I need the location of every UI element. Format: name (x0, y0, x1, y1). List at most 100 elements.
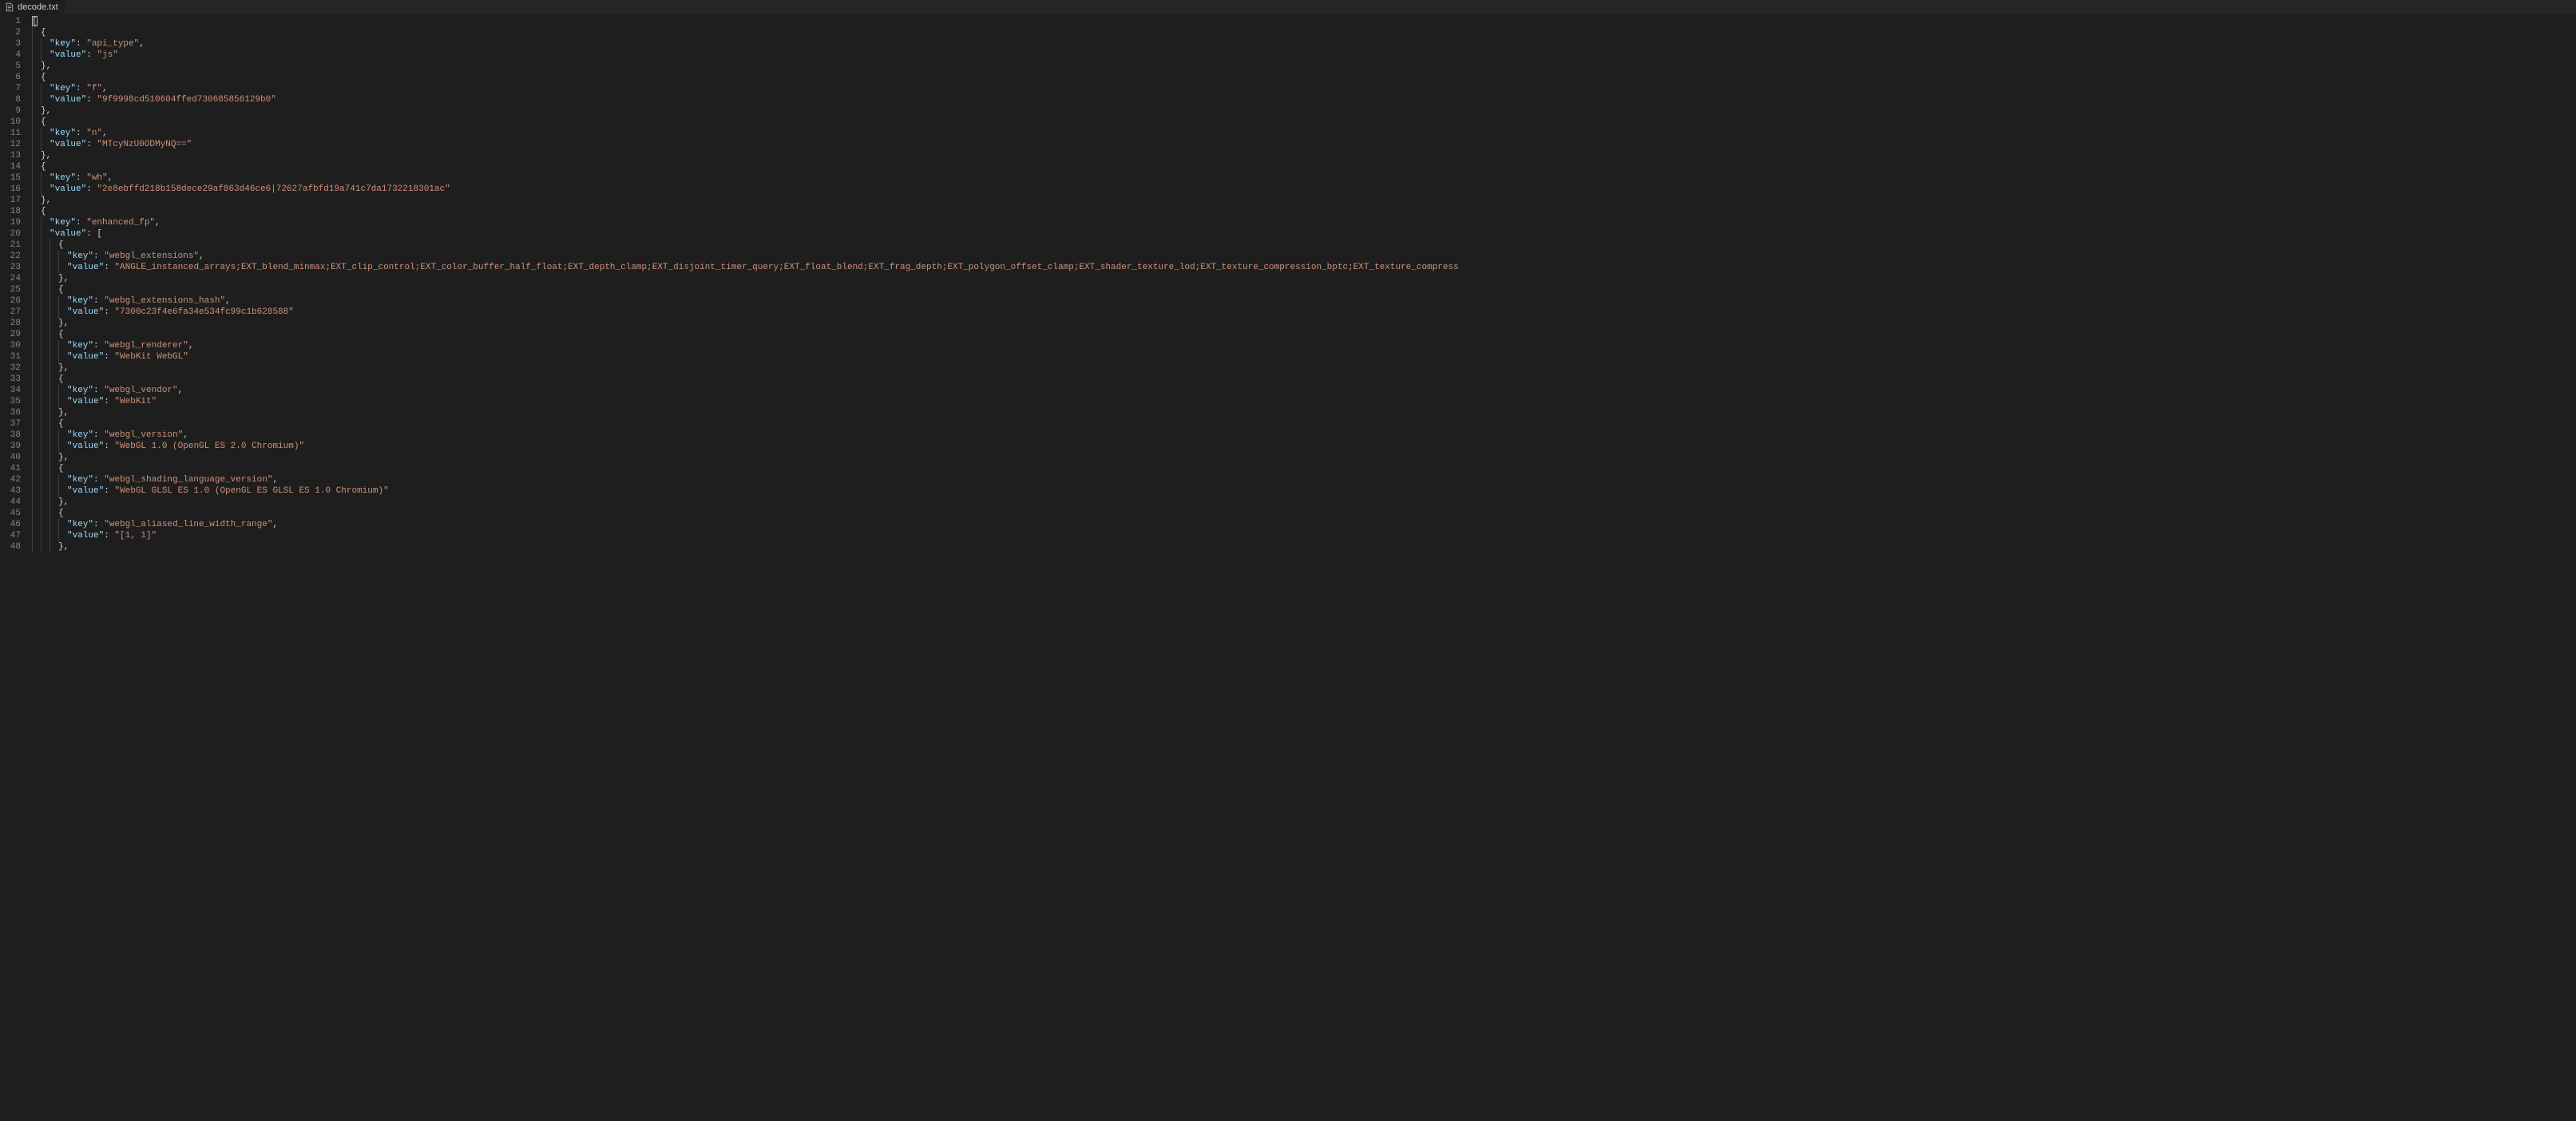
token-punc: , (64, 542, 69, 552)
token-key: "key" (67, 430, 93, 440)
token-punc: , (188, 341, 194, 351)
code-line[interactable]: "value": "WebGL GLSL ES 1.0 (OpenGL ES G… (30, 485, 2576, 497)
token-str: "webgl_aliased_line_width_range" (104, 520, 272, 529)
tab-bar: decode.txt (0, 0, 2576, 14)
code-line[interactable]: "value": "ANGLE_instanced_arrays;EXT_ble… (30, 262, 2576, 273)
code-line[interactable]: "key": "webgl_vendor", (30, 385, 2576, 396)
token-key: "key" (50, 129, 76, 138)
code-line[interactable]: "key": "n", (30, 128, 2576, 139)
token-brace: } (41, 106, 46, 116)
code-line[interactable]: { (30, 374, 2576, 385)
code-line[interactable]: { (30, 463, 2576, 474)
line-number: 39 (0, 441, 30, 452)
token-key: "key" (50, 218, 76, 228)
code-area[interactable]: [{"key": "api_type","value": "js"},{"key… (30, 14, 2576, 1121)
code-line[interactable]: { (30, 418, 2576, 430)
line-number: 11 (0, 128, 30, 139)
line-number: 30 (0, 340, 30, 351)
code-line[interactable]: "key": "wh", (30, 172, 2576, 184)
token-brace: { (41, 207, 46, 216)
token-brace: } (41, 61, 46, 71)
line-number: 43 (0, 485, 30, 497)
code-line[interactable]: "key": "webgl_extensions", (30, 251, 2576, 262)
line-number: 28 (0, 318, 30, 329)
line-number: 33 (0, 374, 30, 385)
line-number: 31 (0, 351, 30, 362)
code-line[interactable]: }, (30, 195, 2576, 206)
code-line[interactable]: }, (30, 541, 2576, 553)
code-line[interactable]: "value": "WebKit" (30, 396, 2576, 407)
code-line[interactable]: { (30, 240, 2576, 251)
code-line[interactable]: "value": "WebKit WebGL" (30, 351, 2576, 362)
line-number: 20 (0, 228, 30, 240)
code-line[interactable]: [ (30, 16, 2576, 27)
token-brace: { (58, 240, 64, 250)
line-number: 12 (0, 139, 30, 150)
code-line[interactable]: { (30, 27, 2576, 38)
code-line[interactable]: "value": "js" (30, 50, 2576, 61)
token-punc: : (76, 218, 86, 228)
token-key: "value" (67, 442, 104, 451)
token-punc: , (178, 386, 184, 395)
code-line[interactable]: { (30, 117, 2576, 128)
code-line[interactable]: "key": "enhanced_fp", (30, 217, 2576, 228)
code-line[interactable]: }, (30, 61, 2576, 72)
code-line[interactable]: }, (30, 150, 2576, 161)
token-punc: , (155, 218, 161, 228)
code-line[interactable]: { (30, 508, 2576, 519)
token-punc: : (76, 129, 86, 138)
code-line[interactable]: "value": "MTcyNzU0ODMyNQ==" (30, 139, 2576, 150)
token-punc: , (64, 363, 69, 373)
token-str: "wh" (86, 173, 107, 183)
code-line[interactable]: "key": "f", (30, 83, 2576, 94)
code-line[interactable]: "value": "9f9998cd510604ffed730685856129… (30, 94, 2576, 105)
code-line[interactable]: }, (30, 105, 2576, 117)
code-line[interactable]: "key": "webgl_renderer", (30, 340, 2576, 351)
editor[interactable]: 1234567891011121314151617181920212223242… (0, 14, 2576, 1121)
code-line[interactable]: "value": "[1, 1]" (30, 530, 2576, 541)
code-line[interactable]: }, (30, 497, 2576, 508)
code-line[interactable]: "key": "webgl_aliased_line_width_range", (30, 519, 2576, 530)
code-line[interactable]: { (30, 161, 2576, 172)
token-key: "key" (67, 386, 93, 395)
token-str: "WebGL GLSL ES 1.0 (OpenGL ES GLSL ES 1.… (114, 486, 388, 496)
line-number: 37 (0, 418, 30, 430)
code-line[interactable]: "key": "webgl_version", (30, 430, 2576, 441)
token-punc: : (86, 229, 97, 239)
token-brace: { (58, 419, 64, 429)
token-brace: [ (97, 229, 102, 239)
code-line[interactable]: { (30, 329, 2576, 340)
code-line[interactable]: }, (30, 318, 2576, 329)
line-number: 25 (0, 284, 30, 295)
code-line[interactable]: "value": "7300c23f4e6fa34e534fc99c1b6285… (30, 307, 2576, 318)
code-line[interactable]: "key": "webgl_extensions_hash", (30, 295, 2576, 307)
token-key: "value" (67, 307, 104, 317)
line-number: 35 (0, 396, 30, 407)
token-brace: { (41, 117, 46, 127)
token-key: "value" (50, 140, 86, 149)
code-line[interactable]: }, (30, 452, 2576, 463)
token-punc: , (46, 61, 52, 71)
token-str: "api_type" (86, 39, 139, 49)
line-number: 46 (0, 519, 30, 530)
code-line[interactable]: }, (30, 407, 2576, 418)
code-line[interactable]: { (30, 72, 2576, 83)
token-punc: : (104, 442, 114, 451)
code-line[interactable]: "key": "api_type", (30, 38, 2576, 50)
token-punc: : (86, 184, 97, 194)
line-number: 40 (0, 452, 30, 463)
code-line[interactable]: }, (30, 273, 2576, 284)
token-punc: : (76, 39, 86, 49)
token-brace: } (58, 319, 64, 328)
tab-decode[interactable]: decode.txt (0, 0, 65, 14)
token-punc: : (93, 386, 104, 395)
code-line[interactable]: "value": "WebGL 1.0 (OpenGL ES 2.0 Chrom… (30, 441, 2576, 452)
file-text-icon (5, 2, 14, 12)
token-brace: { (41, 28, 46, 38)
code-line[interactable]: "value": [ (30, 228, 2576, 240)
code-line[interactable]: { (30, 206, 2576, 217)
code-line[interactable]: "key": "webgl_shading_language_version", (30, 474, 2576, 485)
code-line[interactable]: }, (30, 362, 2576, 374)
code-line[interactable]: { (30, 284, 2576, 295)
code-line[interactable]: "value": "2e8ebffd218b158dece29af863d46c… (30, 184, 2576, 195)
